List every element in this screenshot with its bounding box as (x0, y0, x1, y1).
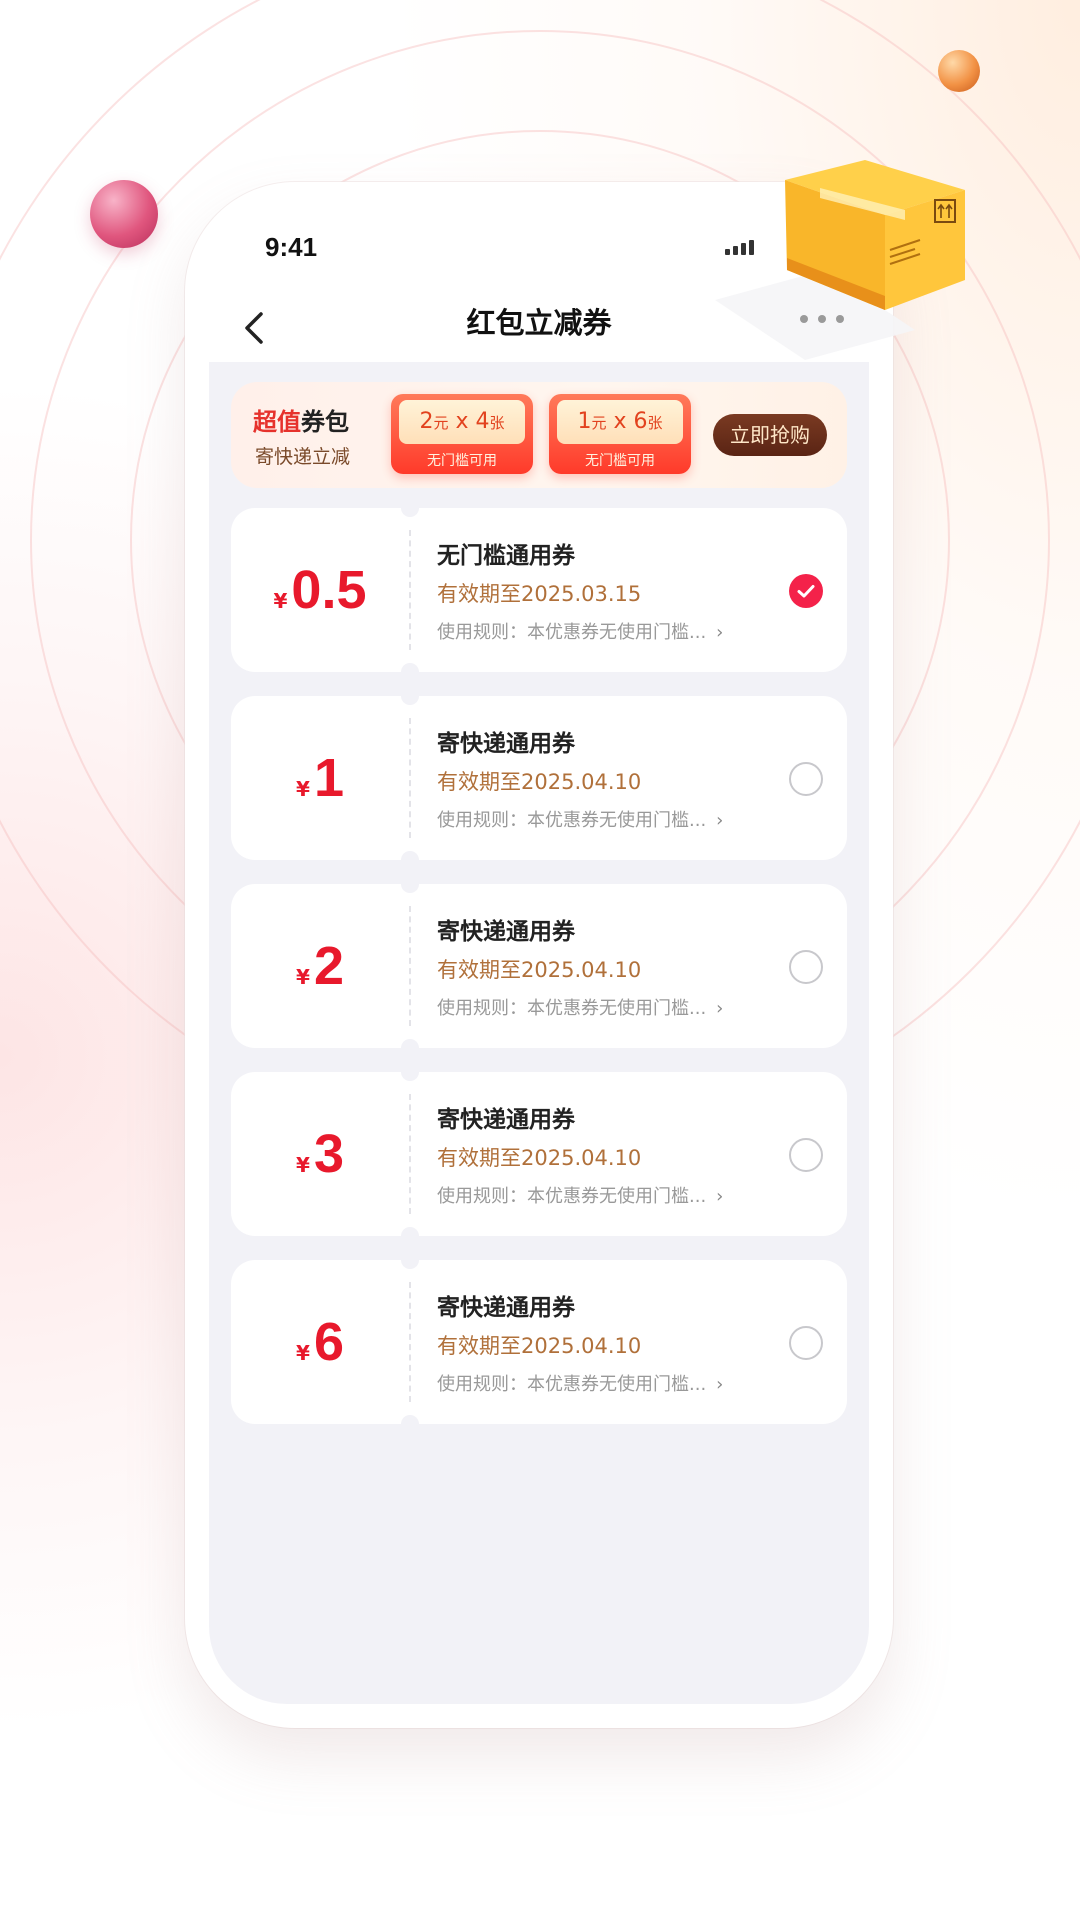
coupon-expiry: 有效期至2025.04.10 (437, 958, 642, 982)
coupon-name: 无门槛通用券 (437, 543, 575, 569)
check-icon (797, 585, 815, 598)
coupon-amount: ¥0.5 (273, 560, 367, 620)
promo-coupon-tag: 无门槛可用 (427, 453, 497, 469)
coupon-expiry: 有效期至2025.03.15 (437, 582, 642, 606)
coupon-name: 寄快递通用券 (437, 1107, 575, 1133)
more-options-icon[interactable] (800, 315, 844, 323)
coupon-radio[interactable] (789, 950, 823, 984)
phone-frame: 9:41 红包立减券 超值券包 寄快递立减 2元 x 4张 无门槛可用 1元 x… (185, 182, 893, 1728)
promo-subtitle: 寄快递立减 (255, 446, 351, 468)
chevron-right-icon: › (716, 998, 724, 1019)
coupon-rule-link[interactable]: 使用规则：本优惠券无使用门槛... › (437, 618, 723, 644)
coupon-rule-link[interactable]: 使用规则：本优惠券无使用门槛... › (437, 1370, 723, 1396)
buy-now-button[interactable]: 立即抢购 (713, 414, 827, 456)
coupon-amount: ¥6 (296, 1312, 344, 1372)
decor-ball-orange (938, 50, 980, 92)
coupon-expiry: 有效期至2025.04.10 (437, 1146, 642, 1170)
coupon-list-screen: 超值券包 寄快递立减 2元 x 4张 无门槛可用 1元 x 6张 无门槛可用 立… (209, 362, 869, 1704)
promo-coupon: 2元 x 4张 无门槛可用 (391, 394, 533, 474)
promo-banner[interactable]: 超值券包 寄快递立减 2元 x 4张 无门槛可用 1元 x 6张 无门槛可用 立… (231, 382, 847, 488)
status-time: 9:41 (265, 232, 318, 262)
coupon-expiry: 有效期至2025.04.10 (437, 1334, 642, 1358)
chevron-right-icon: › (716, 1374, 724, 1395)
coupon-rule-link[interactable]: 使用规则：本优惠券无使用门槛... › (437, 1182, 723, 1208)
coupon-rule-link[interactable]: 使用规则：本优惠券无使用门槛... › (437, 994, 723, 1020)
coupon-card[interactable]: ¥1 寄快递通用券 有效期至2025.04.10 使用规则：本优惠券无使用门槛.… (231, 687, 847, 869)
coupon-name: 寄快递通用券 (437, 919, 575, 945)
coupon-amount: ¥2 (296, 936, 344, 996)
coupon-amount: ¥3 (296, 1124, 344, 1184)
coupon-card[interactable]: ¥2 寄快递通用券 有效期至2025.04.10 使用规则：本优惠券无使用门槛.… (231, 875, 847, 1057)
coupon-amount: ¥1 (296, 748, 344, 808)
promo-coupon: 1元 x 6张 无门槛可用 (549, 394, 691, 474)
coupon-radio[interactable] (789, 762, 823, 796)
package-box-icon (715, 160, 985, 380)
coupon-name: 寄快递通用券 (437, 1295, 575, 1321)
coupon-card[interactable]: ¥0.5 无门槛通用券 有效期至2025.03.15 使用规则：本优惠券无使用门… (231, 499, 847, 681)
coupon-name: 寄快递通用券 (437, 731, 575, 757)
promo-coupon-tag: 无门槛可用 (585, 453, 655, 469)
decor-ball-pink (90, 180, 158, 248)
coupon-rule-link[interactable]: 使用规则：本优惠券无使用门槛... › (437, 806, 723, 832)
chevron-right-icon: › (716, 810, 724, 831)
chevron-right-icon: › (716, 1186, 724, 1207)
coupon-radio-checked[interactable] (789, 574, 823, 608)
chevron-right-icon: › (716, 622, 724, 643)
coupon-expiry: 有效期至2025.04.10 (437, 770, 642, 794)
promo-title: 超值券包 (253, 408, 349, 436)
coupon-card[interactable]: ¥3 寄快递通用券 有效期至2025.04.10 使用规则：本优惠券无使用门槛.… (231, 1063, 847, 1245)
coupon-radio[interactable] (789, 1138, 823, 1172)
coupon-radio[interactable] (789, 1326, 823, 1360)
coupon-card[interactable]: ¥6 寄快递通用券 有效期至2025.04.10 使用规则：本优惠券无使用门槛.… (231, 1251, 847, 1433)
